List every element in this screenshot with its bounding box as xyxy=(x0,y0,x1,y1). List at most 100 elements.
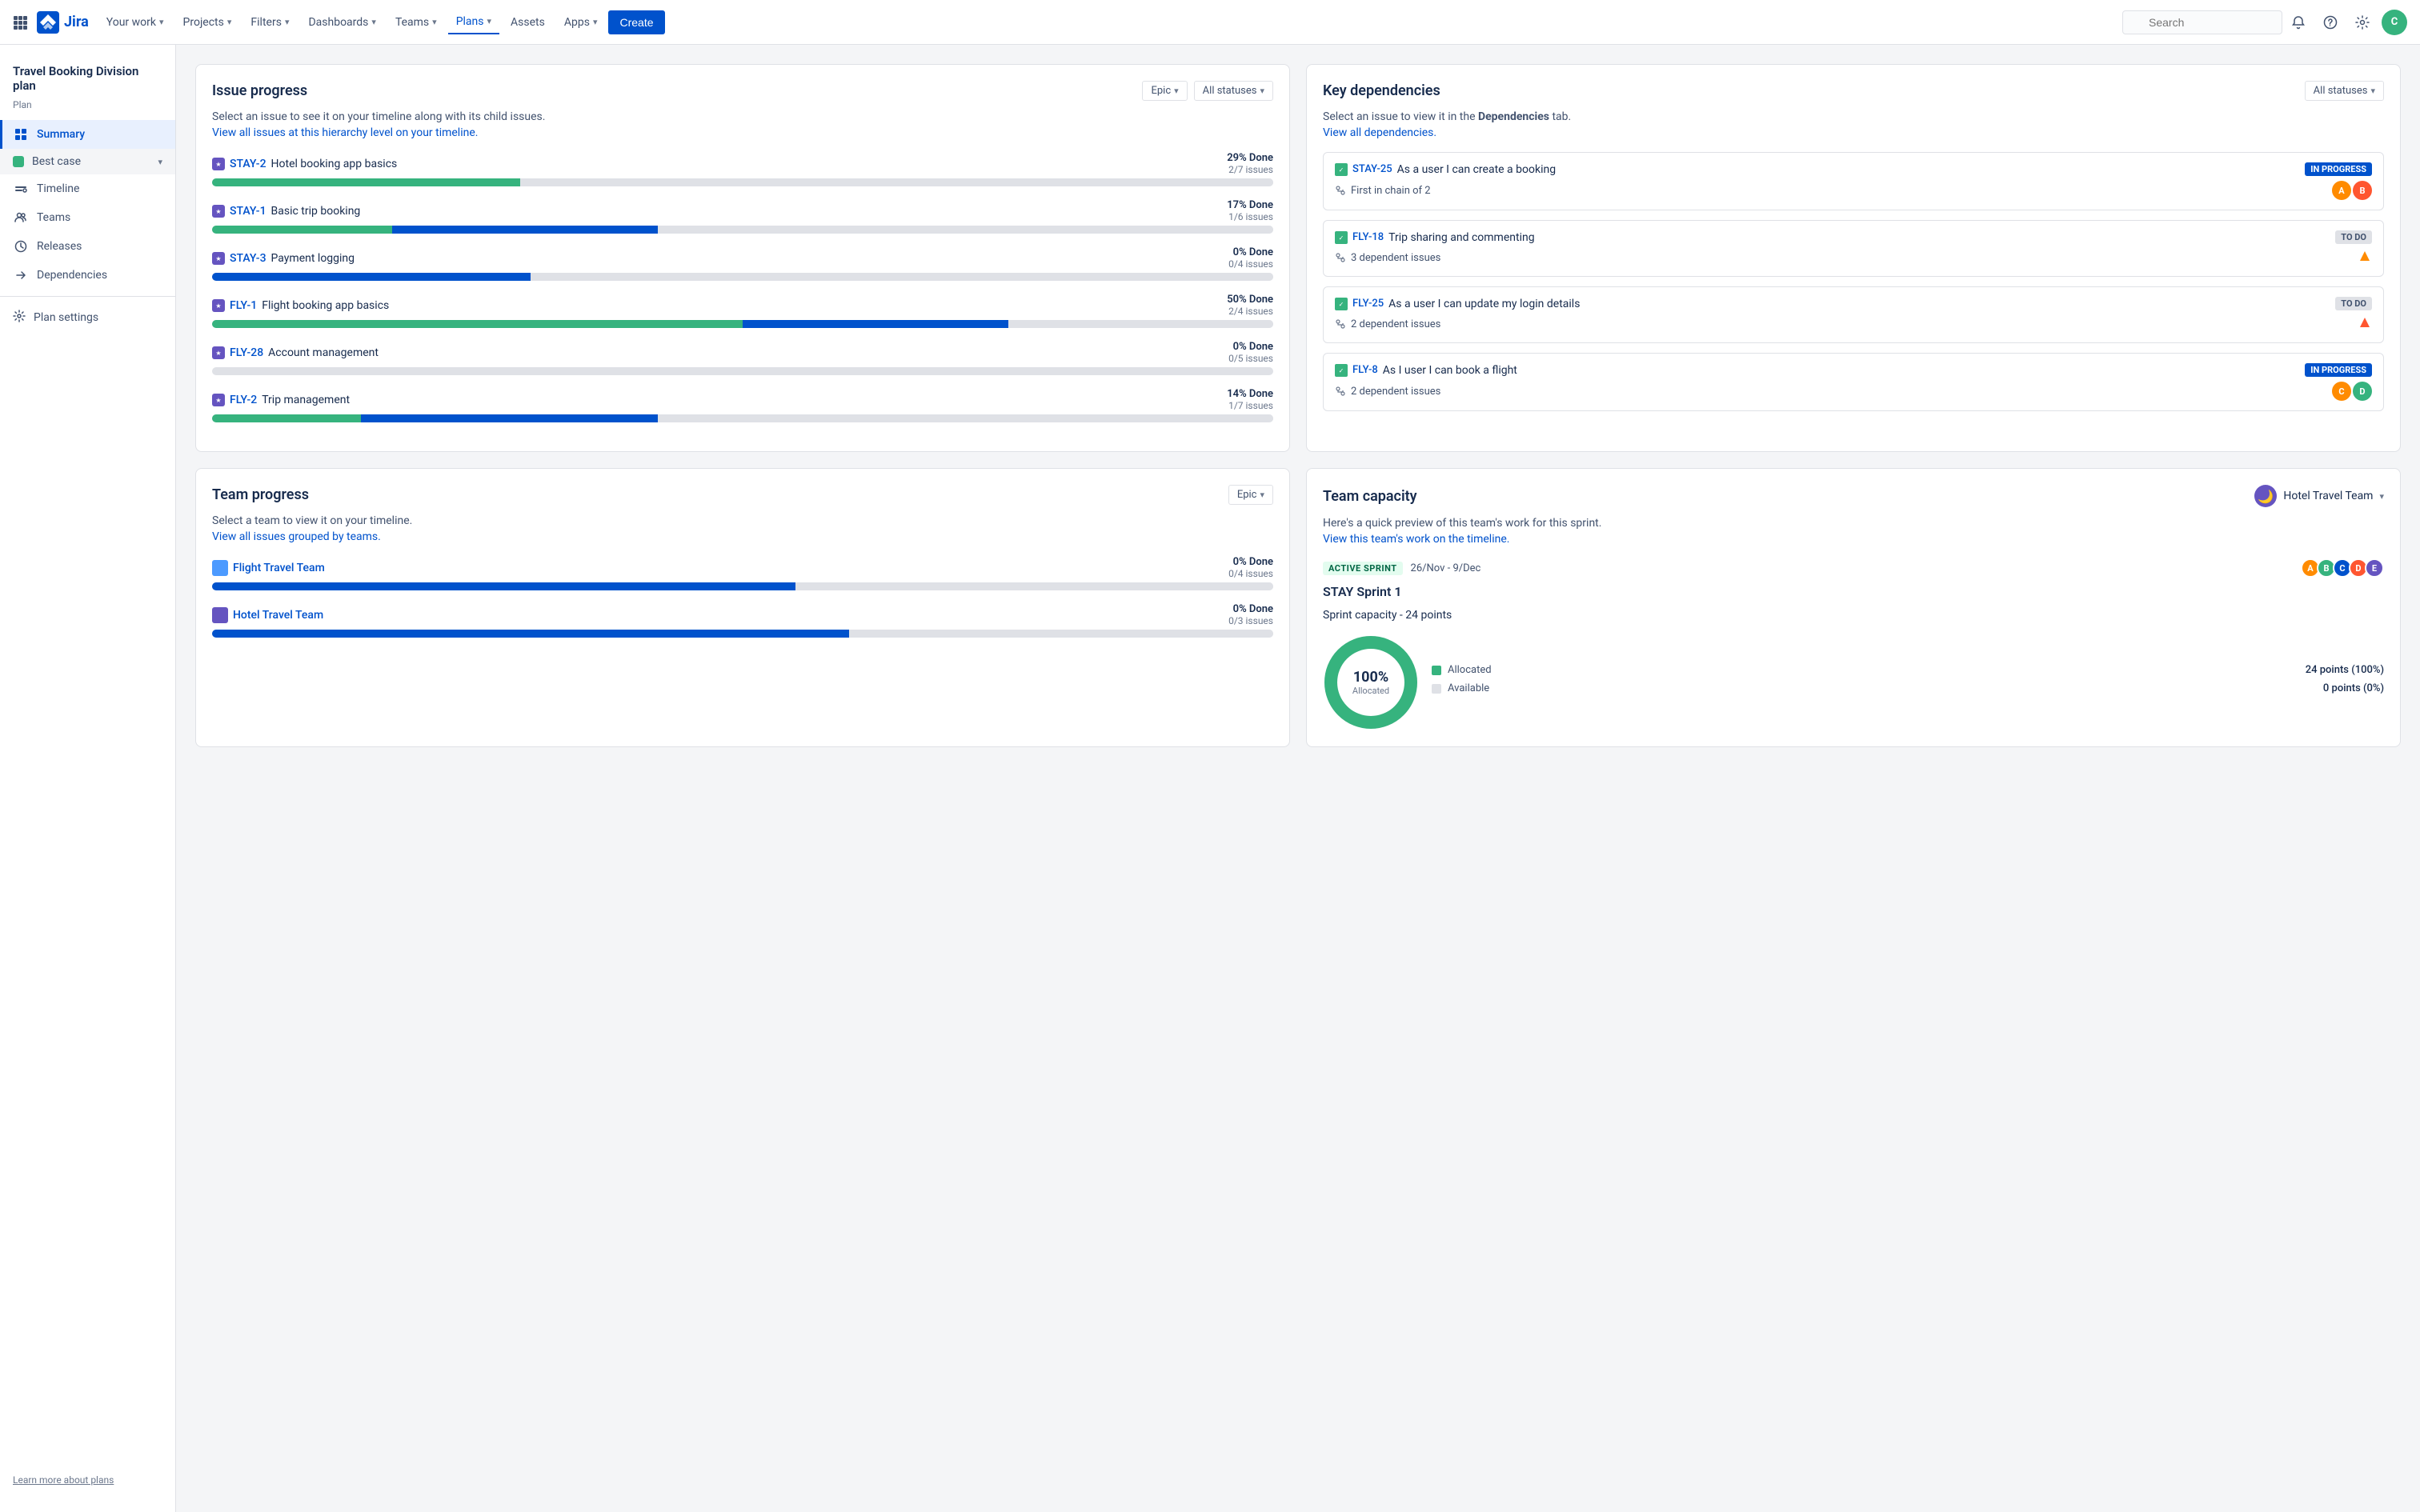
dep-sub-icon xyxy=(1335,318,1346,330)
issue-type-icon: ★ xyxy=(212,205,225,218)
progress-issues: 0/4 issues xyxy=(1228,258,1273,270)
best-case-icon xyxy=(13,156,24,167)
key-dep-link[interactable]: View all dependencies. xyxy=(1323,126,2384,139)
capacity-legend: Allocated 24 points (100%) Available 0 p… xyxy=(1432,664,2384,701)
team-issues: 0/4 issues xyxy=(1228,568,1273,579)
team-progress-bar xyxy=(212,582,1273,590)
dep-type-icon: ✓ xyxy=(1335,231,1348,244)
team-capacity-title: Team capacity xyxy=(1323,488,1417,505)
issue-key[interactable]: STAY-2 xyxy=(230,158,266,170)
sidebar-item-teams[interactable]: Teams xyxy=(0,203,175,232)
issue-title: Basic trip booking xyxy=(271,205,361,218)
summary-icon xyxy=(13,126,29,142)
donut-chart: 100% Allocated xyxy=(1323,634,1419,730)
dep-item: ✓ FLY-8 As I user I can book a flight IN… xyxy=(1323,353,2384,411)
legend-dot xyxy=(1432,666,1441,675)
best-case-label: Best case xyxy=(32,155,81,168)
issue-type-icon: ★ xyxy=(212,252,225,265)
issue-progress-link[interactable]: View all issues at this hierarchy level … xyxy=(212,126,1273,139)
svg-text:★: ★ xyxy=(215,161,221,168)
sidebar: Travel Booking Division plan Plan Summar… xyxy=(0,45,176,1512)
plan-label: Plan xyxy=(0,99,175,120)
nav-projects[interactable]: Projects ▾ xyxy=(175,11,240,34)
progress-done: 17% Done xyxy=(1227,199,1273,211)
nav-dashboards[interactable]: Dashboards ▾ xyxy=(300,11,383,34)
dep-key[interactable]: FLY-18 xyxy=(1352,231,1384,243)
jira-logo[interactable]: Jira xyxy=(37,11,89,34)
nav-teams[interactable]: Teams ▾ xyxy=(387,11,445,34)
status-filter[interactable]: All statuses ▾ xyxy=(1194,81,1273,101)
app-body: Travel Booking Division plan Plan Summar… xyxy=(0,45,2420,1512)
svg-text:✓: ✓ xyxy=(1339,367,1344,374)
settings-icon[interactable] xyxy=(2350,10,2375,35)
team-name[interactable]: Flight Travel Team xyxy=(233,562,325,574)
sidebar-item-timeline[interactable]: Timeline xyxy=(0,174,175,203)
team-progress-item: Flight Travel Team 0% Done 0/4 issues xyxy=(212,556,1273,590)
team-icon xyxy=(212,560,228,576)
sidebar-item-summary[interactable]: Summary xyxy=(0,120,175,149)
dep-item: ✓ FLY-18 Trip sharing and commenting TO … xyxy=(1323,220,2384,277)
legend-value: 24 points (100%) xyxy=(2306,664,2384,676)
hotel-team-icon: 🌙 xyxy=(2254,485,2277,507)
nav-action-icons: C xyxy=(2286,10,2407,35)
nav-filters[interactable]: Filters ▾ xyxy=(242,11,297,34)
nav-apps[interactable]: Apps ▾ xyxy=(556,11,606,34)
help-icon[interactable] xyxy=(2318,10,2343,35)
dep-status-badge: TO DO xyxy=(2335,297,2372,310)
nav-plans[interactable]: Plans ▾ xyxy=(448,10,499,34)
team-capacity-link[interactable]: View this team's work on the timeline. xyxy=(1323,533,2384,546)
legend-item: Allocated 24 points (100%) xyxy=(1432,664,2384,676)
team-progress-filter[interactable]: Epic ▾ xyxy=(1228,485,1273,505)
svg-text:✓: ✓ xyxy=(1339,234,1344,242)
issue-type-icon: ★ xyxy=(212,299,225,312)
svg-text:✓: ✓ xyxy=(1339,301,1344,308)
dep-sub-label: 2 dependent issues xyxy=(1351,318,1440,330)
issue-key[interactable]: FLY-1 xyxy=(230,299,257,312)
priority-indicator xyxy=(2358,249,2372,266)
sidebar-item-releases[interactable]: Releases xyxy=(0,232,175,261)
sprint-capacity-label: Sprint capacity - 24 points xyxy=(1323,609,2384,622)
search-input[interactable] xyxy=(2122,10,2282,34)
team-capacity-card: Team capacity 🌙 Hotel Travel Team ▾ Here… xyxy=(1306,468,2401,747)
nav-your-work[interactable]: Your work ▾ xyxy=(98,11,172,34)
issue-key[interactable]: FLY-28 xyxy=(230,346,263,359)
priority-indicator xyxy=(2358,315,2372,333)
dep-key[interactable]: FLY-25 xyxy=(1352,298,1384,310)
progress-bar xyxy=(212,320,1273,328)
team-capacity-name: Hotel Travel Team xyxy=(2283,490,2373,502)
team-selector[interactable]: 🌙 Hotel Travel Team ▾ xyxy=(2254,485,2384,507)
team-name[interactable]: Hotel Travel Team xyxy=(233,609,323,622)
progress-done: 0% Done xyxy=(1228,246,1273,258)
dep-key[interactable]: STAY-25 xyxy=(1352,163,1392,175)
learn-more-link[interactable]: Learn more about plans xyxy=(13,1474,114,1486)
epic-filter[interactable]: Epic ▾ xyxy=(1142,81,1187,101)
app-switcher-icon[interactable] xyxy=(13,15,27,30)
dep-title-text: As a user I can create a booking xyxy=(1397,163,1556,176)
progress-done: 29% Done xyxy=(1227,152,1273,164)
dep-sub-icon xyxy=(1335,185,1346,196)
issue-title: Payment logging xyxy=(271,252,355,265)
dep-key[interactable]: FLY-8 xyxy=(1352,364,1378,376)
team-progress-link[interactable]: View all issues grouped by teams. xyxy=(212,530,1273,543)
key-dep-status-filter[interactable]: All statuses ▾ xyxy=(2305,81,2384,101)
dependencies-label: Dependencies xyxy=(37,269,107,282)
create-button[interactable]: Create xyxy=(608,10,664,34)
nav-assets[interactable]: Assets xyxy=(503,11,553,34)
sidebar-item-dependencies[interactable]: Dependencies xyxy=(0,261,175,290)
team-remaining-bar xyxy=(849,630,1273,638)
inprogress-bar xyxy=(743,320,1008,328)
issue-key[interactable]: STAY-3 xyxy=(230,252,266,265)
issue-progress-item: ★ STAY-1 Basic trip booking 17% Done 1/6… xyxy=(212,199,1273,234)
notifications-icon[interactable] xyxy=(2286,10,2311,35)
sidebar-item-best-case[interactable]: Best case ▾ xyxy=(0,149,175,174)
progress-done: 0% Done xyxy=(1228,341,1273,353)
issue-key[interactable]: FLY-2 xyxy=(230,394,257,406)
teams-label: Teams xyxy=(37,211,70,224)
issue-title: Trip management xyxy=(262,394,350,406)
issue-key[interactable]: STAY-1 xyxy=(230,205,266,218)
user-avatar[interactable]: C xyxy=(2382,10,2407,35)
dep-title-text: As a user I can update my login details xyxy=(1388,298,1580,310)
sidebar-item-plan-settings[interactable]: Plan settings xyxy=(0,303,175,332)
svg-text:★: ★ xyxy=(215,208,221,215)
team-progress-header: Team progress Epic ▾ xyxy=(212,485,1273,505)
